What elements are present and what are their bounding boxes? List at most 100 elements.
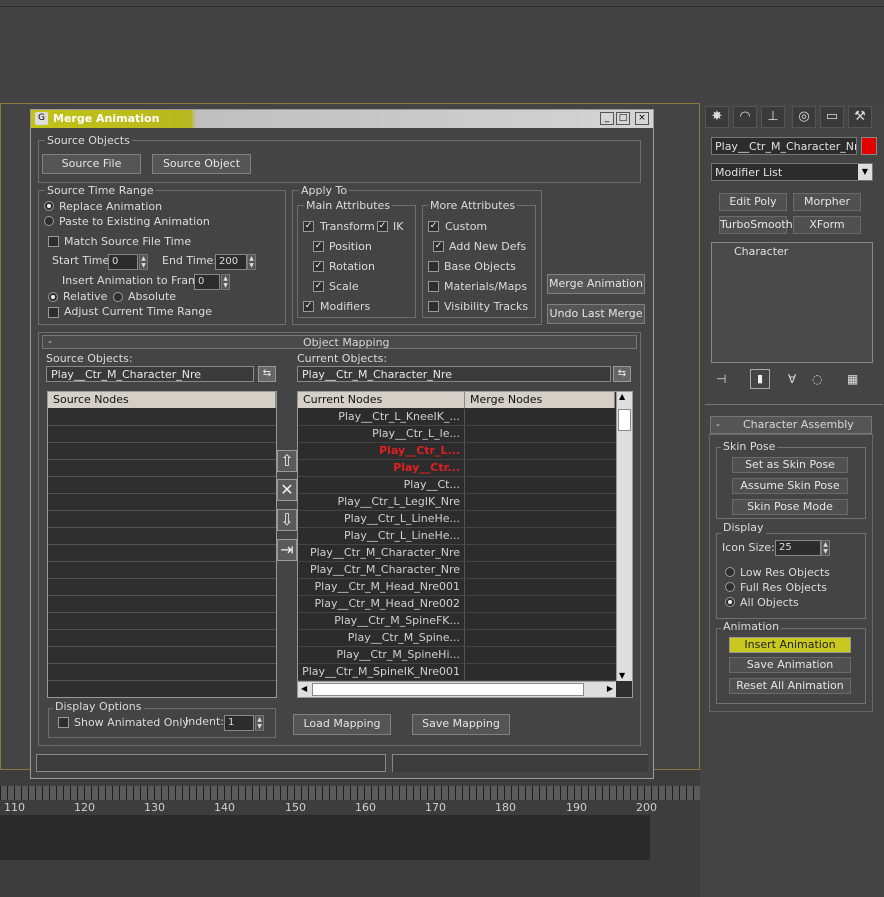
current-node-row[interactable]: Play__Ctr_L_KneeIK_... bbox=[298, 409, 616, 426]
merge-nodes-header[interactable]: Merge Nodes bbox=[465, 392, 615, 408]
current-node-row[interactable]: Play__Ctr... bbox=[298, 460, 616, 477]
load-mapping-button[interactable]: Load Mapping bbox=[293, 714, 391, 735]
close-icon[interactable]: × bbox=[635, 112, 649, 125]
source-node-row[interactable] bbox=[48, 477, 276, 494]
source-node-row[interactable] bbox=[48, 664, 276, 681]
position-checkbox[interactable]: ✓ bbox=[313, 241, 324, 252]
source-node-row[interactable] bbox=[48, 613, 276, 630]
source-node-row[interactable] bbox=[48, 511, 276, 528]
save-mapping-button[interactable]: Save Mapping bbox=[412, 714, 510, 735]
source-node-row[interactable] bbox=[48, 596, 276, 613]
merge-node-cell[interactable] bbox=[465, 562, 616, 578]
title-bar[interactable]: G Merge Animation bbox=[31, 110, 653, 128]
scroll-right-icon[interactable]: ▶ bbox=[607, 684, 613, 693]
object-mapping-header[interactable]: - Object Mapping bbox=[42, 335, 637, 349]
current-node-row[interactable]: Play__Ctr_M_SpineHi... bbox=[298, 647, 616, 664]
show-end-result-icon[interactable]: ▮ bbox=[750, 369, 770, 389]
custom-checkbox[interactable]: ✓ bbox=[428, 221, 439, 232]
merge-node-cell[interactable] bbox=[465, 630, 616, 646]
icon-size-input[interactable]: 25 bbox=[775, 540, 821, 556]
icon-size-spinner[interactable]: ▲ ▼ bbox=[821, 540, 830, 556]
hierarchy-tab-icon[interactable]: ⊥ bbox=[761, 106, 785, 128]
current-node-row[interactable]: Play__Ctr_M_Character_Nre bbox=[298, 545, 616, 562]
chevron-down-icon[interactable]: ▼ bbox=[858, 164, 872, 180]
current-node-row[interactable]: Play__Ctr_M_Head_Nre002 bbox=[298, 596, 616, 613]
current-nodes-header[interactable]: Current Nodes bbox=[298, 392, 465, 408]
track-bar[interactable] bbox=[0, 815, 650, 860]
horizontal-scrollbar[interactable]: ◀ ▶ bbox=[298, 681, 616, 697]
adjust-time-range-checkbox[interactable] bbox=[48, 307, 59, 318]
source-node-row[interactable] bbox=[48, 579, 276, 596]
scroll-thumb-horizontal[interactable] bbox=[312, 683, 584, 696]
merge-node-cell[interactable] bbox=[465, 664, 616, 680]
show-animated-checkbox[interactable] bbox=[58, 717, 69, 728]
full-res-radio[interactable] bbox=[725, 582, 735, 592]
merge-node-cell[interactable] bbox=[465, 460, 616, 476]
source-nodes-list[interactable]: Source Nodes bbox=[47, 391, 277, 698]
current-node-row[interactable]: Play__Ctr_M_Spine... bbox=[298, 630, 616, 647]
turbosmooth-button[interactable]: TurboSmooth bbox=[719, 216, 793, 234]
merge-node-cell[interactable] bbox=[465, 596, 616, 612]
edit-poly-button[interactable]: Edit Poly bbox=[719, 193, 787, 211]
move-up-icon[interactable]: ⇧ bbox=[277, 450, 297, 472]
ik-checkbox[interactable]: ✓ bbox=[377, 221, 388, 232]
set-as-skin-pose-button[interactable]: Set as Skin Pose bbox=[732, 457, 848, 473]
add-new-defs-checkbox[interactable]: ✓ bbox=[433, 241, 444, 252]
make-unique-icon[interactable]: ∀ bbox=[788, 372, 796, 386]
base-objects-checkbox[interactable] bbox=[428, 261, 439, 272]
source-node-row[interactable] bbox=[48, 528, 276, 545]
visibility-checkbox[interactable] bbox=[428, 301, 439, 312]
current-node-row[interactable]: Play__Ctr_L... bbox=[298, 443, 616, 460]
insert-animation-button[interactable]: Insert Animation bbox=[729, 637, 851, 653]
source-node-row[interactable] bbox=[48, 443, 276, 460]
source-node-row[interactable] bbox=[48, 409, 276, 426]
current-objects-field[interactable]: Play__Ctr_M_Character_Nre bbox=[297, 366, 611, 382]
current-node-row[interactable]: Play__Ctr_L_LegIK_Nre bbox=[298, 494, 616, 511]
current-node-row[interactable]: Play__Ctr_L_le... bbox=[298, 426, 616, 443]
scroll-up-icon[interactable]: ▲ bbox=[619, 392, 625, 401]
indent-spinner[interactable]: ▲ ▼ bbox=[255, 715, 264, 731]
merge-node-cell[interactable] bbox=[465, 511, 616, 527]
undo-last-merge-button[interactable]: Undo Last Merge bbox=[547, 304, 645, 324]
modifier-stack[interactable]: Character bbox=[711, 242, 873, 363]
merge-node-cell[interactable] bbox=[465, 613, 616, 629]
merge-node-cell[interactable] bbox=[465, 579, 616, 595]
insert-frame-input[interactable]: 0 bbox=[194, 274, 220, 290]
end-time-spinner[interactable]: ▲ ▼ bbox=[247, 254, 256, 270]
create-tab-icon[interactable]: ✸ bbox=[705, 106, 729, 128]
assume-skin-pose-button[interactable]: Assume Skin Pose bbox=[732, 478, 848, 494]
maximize-icon[interactable]: □ bbox=[616, 112, 630, 125]
merge-node-cell[interactable] bbox=[465, 545, 616, 561]
pin-stack-icon[interactable]: ⊣ bbox=[716, 372, 726, 386]
scroll-left-icon[interactable]: ◀ bbox=[301, 684, 307, 693]
source-node-row[interactable] bbox=[48, 562, 276, 579]
relative-radio[interactable] bbox=[48, 292, 58, 302]
minimize-icon[interactable]: _ bbox=[600, 112, 614, 125]
morpher-button[interactable]: Morpher bbox=[793, 193, 861, 211]
transform-checkbox[interactable]: ✓ bbox=[303, 221, 314, 232]
current-node-row[interactable]: Play__Ctr_L_LineHe... bbox=[298, 528, 616, 545]
skin-pose-mode-button[interactable]: Skin Pose Mode bbox=[732, 499, 848, 515]
modify-tab-icon[interactable]: ◠ bbox=[733, 106, 757, 128]
paste-existing-radio[interactable] bbox=[44, 216, 54, 226]
source-nodes-header[interactable]: Source Nodes bbox=[48, 392, 276, 408]
source-object-button[interactable]: Source Object bbox=[152, 154, 251, 174]
indent-input[interactable]: 1 bbox=[224, 715, 254, 731]
remove-modifier-icon[interactable]: ◌ bbox=[812, 372, 822, 386]
all-objects-radio[interactable] bbox=[725, 597, 735, 607]
remove-mapping-icon[interactable]: ✕ bbox=[277, 479, 297, 501]
object-name-field[interactable]: Play__Ctr_M_Character_Nre bbox=[711, 137, 857, 155]
merge-node-cell[interactable] bbox=[465, 528, 616, 544]
rollout-header-character-assembly[interactable]: - Character Assembly bbox=[710, 416, 872, 434]
object-color-swatch[interactable] bbox=[861, 137, 877, 155]
merge-node-cell[interactable] bbox=[465, 409, 616, 425]
source-node-row[interactable] bbox=[48, 426, 276, 443]
current-node-row[interactable]: Play__Ctr_M_SpineIK_Nre001 bbox=[298, 664, 616, 681]
save-animation-button[interactable]: Save Animation bbox=[729, 657, 851, 673]
display-tab-icon[interactable]: ▭ bbox=[820, 106, 844, 128]
reset-all-animation-button[interactable]: Reset All Animation bbox=[729, 678, 851, 694]
modifier-list-dropdown[interactable]: Modifier List ▼ bbox=[711, 163, 873, 181]
current-node-row[interactable]: Play__Ctr_M_Character_Nre bbox=[298, 562, 616, 579]
merge-node-cell[interactable] bbox=[465, 494, 616, 510]
source-node-row[interactable] bbox=[48, 647, 276, 664]
